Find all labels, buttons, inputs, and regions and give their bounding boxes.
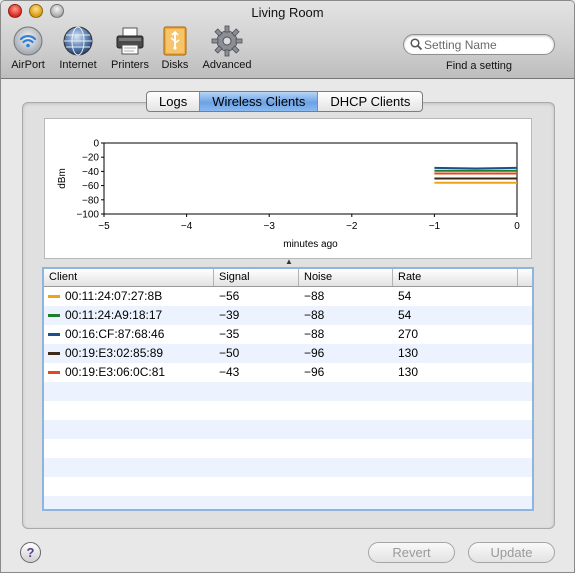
empty-table-row bbox=[44, 420, 532, 439]
client-color-swatch bbox=[48, 314, 60, 317]
y-tick-label: −60 bbox=[82, 181, 99, 192]
rate-cell: 54 bbox=[398, 308, 412, 322]
y-tick-label: −80 bbox=[82, 195, 99, 206]
signal-cell: −43 bbox=[219, 365, 240, 379]
signal-cell: −56 bbox=[219, 289, 240, 303]
toolbar-airport-label: AirPort bbox=[11, 59, 45, 71]
tab-wireless-clients[interactable]: Wireless Clients bbox=[199, 92, 318, 111]
toolbar-printers[interactable]: Printers bbox=[107, 25, 153, 71]
empty-table-row bbox=[44, 496, 532, 509]
printer-icon bbox=[116, 27, 144, 55]
column-header-signal[interactable]: Signal bbox=[214, 269, 299, 286]
help-button[interactable]: ? bbox=[20, 542, 41, 563]
column-header-noise[interactable]: Noise bbox=[299, 269, 393, 286]
empty-table-row bbox=[44, 439, 532, 458]
toolbar-disks[interactable]: Disks bbox=[158, 25, 192, 71]
noise-cell: −96 bbox=[304, 365, 325, 379]
client-color-swatch bbox=[48, 333, 60, 336]
column-header-client[interactable]: Client bbox=[44, 269, 214, 286]
x-axis-label: minutes ago bbox=[283, 239, 338, 250]
client-cell: 00:11:24:A9:18:17 bbox=[65, 308, 163, 322]
toolbar-airport[interactable]: AirPort bbox=[8, 25, 48, 71]
signal-cell: −35 bbox=[219, 327, 240, 341]
table-row[interactable]: 00:11:24:A9:18:17 −39 −88 54 bbox=[44, 306, 532, 325]
y-tick-label: −100 bbox=[76, 210, 99, 221]
airport-utility-window: Living Room AirPort Internet Printers Di… bbox=[0, 0, 575, 573]
globe-icon bbox=[63, 26, 93, 56]
noise-cell: −88 bbox=[304, 289, 325, 303]
table-body: 00:11:24:07:27:8B −56 −88 54 00:11:24:A9:18:… bbox=[44, 287, 532, 509]
clients-table[interactable]: Client Signal Noise Rate 00:11:24:07:27:… bbox=[42, 267, 534, 511]
y-axis-label: dBm bbox=[57, 168, 68, 189]
y-tick-label: −20 bbox=[82, 153, 99, 164]
rate-cell: 130 bbox=[398, 346, 419, 360]
tab-dhcp-clients[interactable]: DHCP Clients bbox=[317, 92, 422, 111]
client-cell: 00:11:24:07:27:8B bbox=[65, 289, 163, 303]
empty-table-row bbox=[44, 477, 532, 496]
gear-icon bbox=[211, 25, 243, 57]
client-cell: 00:19:E3:06:0C:81 bbox=[65, 365, 166, 379]
table-row[interactable]: 00:19:E3:06:0C:81 −43 −96 130 bbox=[44, 363, 532, 382]
empty-table-row bbox=[44, 382, 532, 401]
search-icon bbox=[410, 38, 423, 51]
x-tick-label: −3 bbox=[263, 221, 275, 232]
x-tick-label: −1 bbox=[429, 221, 441, 232]
client-color-swatch bbox=[48, 352, 60, 355]
tab-logs[interactable]: Logs bbox=[147, 92, 199, 111]
signal-cell: −50 bbox=[219, 346, 240, 360]
toolbar-internet[interactable]: Internet bbox=[56, 25, 100, 71]
toolbar-printers-label: Printers bbox=[111, 59, 149, 71]
empty-table-row bbox=[44, 458, 532, 477]
client-cell: 00:16:CF:87:68:46 bbox=[65, 327, 165, 341]
signal-series-line bbox=[434, 166, 518, 170]
toolbar-internet-label: Internet bbox=[59, 59, 97, 71]
column-header-rate[interactable]: Rate bbox=[393, 269, 518, 286]
client-color-swatch bbox=[48, 371, 60, 374]
empty-table-row bbox=[44, 401, 532, 420]
x-tick-label: 0 bbox=[514, 221, 520, 232]
x-tick-label: −4 bbox=[181, 221, 193, 232]
toolbar-disks-label: Disks bbox=[161, 59, 189, 71]
noise-cell: −96 bbox=[304, 346, 325, 360]
signal-chart-svg: −5 −4 −3 −2 −1 00−20−40−60−80−100minutes agod… bbox=[57, 139, 520, 251]
rate-cell: 54 bbox=[398, 289, 412, 303]
x-tick-label: −2 bbox=[346, 221, 358, 232]
rate-cell: 130 bbox=[398, 365, 419, 379]
noise-cell: −88 bbox=[304, 327, 325, 341]
y-tick-label: −40 bbox=[82, 167, 99, 178]
update-button[interactable]: Update bbox=[468, 542, 555, 563]
search-input[interactable] bbox=[424, 37, 550, 52]
search-field[interactable] bbox=[403, 34, 555, 55]
signal-chart: −5 −4 −3 −2 −1 0 0 −20 −40 −60 −80 −100 minutes ago d… bbox=[44, 118, 532, 259]
revert-button[interactable]: Revert bbox=[368, 542, 455, 563]
y-tick-label: 0 bbox=[93, 139, 99, 150]
table-row[interactable]: 00:19:E3:02:85:89 −50 −96 130 bbox=[44, 344, 532, 363]
signal-cell: −39 bbox=[219, 308, 240, 322]
client-cell: 00:19:E3:02:85:89 bbox=[65, 346, 164, 360]
airport-icon bbox=[13, 26, 43, 56]
find-setting-caption: Find a setting bbox=[445, 60, 513, 72]
toolbar-advanced-label: Advanced bbox=[202, 59, 252, 71]
title-bar: Living Room AirPort Internet Printers Di… bbox=[1, 1, 574, 79]
client-color-swatch bbox=[48, 295, 60, 298]
table-row[interactable]: 00:11:24:07:27:8B −56 −88 54 bbox=[44, 287, 532, 306]
x-tick-label: −5 bbox=[98, 221, 110, 232]
noise-cell: −88 bbox=[304, 308, 325, 322]
rate-cell: 270 bbox=[398, 327, 419, 341]
table-row[interactable]: 00:16:CF:87:68:46 −35 −88 270 bbox=[44, 325, 532, 344]
tab-control: Logs Wireless Clients DHCP Clients bbox=[146, 91, 424, 112]
split-view-handle[interactable]: ▲ bbox=[284, 258, 294, 266]
window-title: Living Room bbox=[251, 5, 324, 20]
toolbar-advanced[interactable]: Advanced bbox=[199, 25, 255, 71]
table-header: Client Signal Noise Rate bbox=[44, 269, 532, 287]
usb-disk-icon bbox=[163, 26, 187, 56]
